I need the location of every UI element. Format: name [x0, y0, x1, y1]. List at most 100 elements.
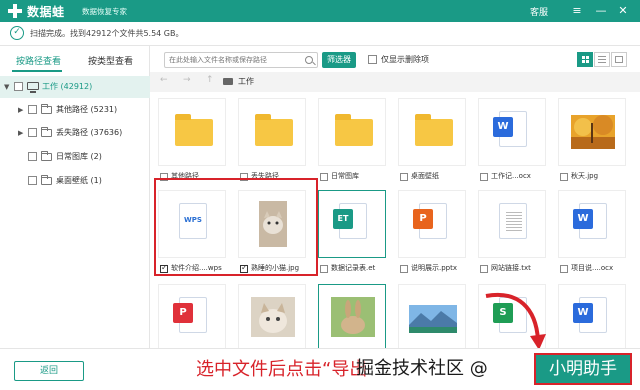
tree-item-label: 桌面壁纸 (1) — [56, 176, 102, 185]
file-tile[interactable] — [398, 98, 466, 166]
file-caption[interactable]: 日常图库 — [320, 171, 400, 183]
file-caption[interactable]: 秋天.jpg — [560, 171, 640, 183]
show-deleted-checkbox[interactable] — [368, 55, 377, 64]
tree-root-checkbox[interactable] — [14, 82, 23, 91]
file-checkbox[interactable] — [320, 173, 328, 181]
active-tab-indicator — [12, 70, 62, 72]
detail-view-button[interactable] — [611, 52, 627, 67]
breadcrumb: ← → ↑ 工作 — [150, 72, 640, 92]
file-checkbox[interactable] — [560, 265, 568, 273]
view-tabs: 按路径查看 按类型查看 — [0, 46, 150, 76]
menu-icon[interactable]: ≡ — [568, 2, 586, 20]
search-box[interactable] — [164, 52, 318, 68]
file-name: 项目说....ocx — [571, 264, 614, 272]
forward-arrow-icon[interactable]: → — [183, 75, 191, 85]
file-name: 工作记...ocx — [491, 172, 531, 180]
scan-status-bar: ✓ 扫描完成。找到42912个文件共5.54 GB。 — [0, 22, 640, 46]
tree-item-checkbox[interactable] — [28, 105, 37, 114]
file-checkbox[interactable] — [560, 173, 568, 181]
file-tile[interactable]: P — [158, 284, 226, 348]
selected-files-highlight — [154, 178, 318, 276]
watermark-text: 掘金技术社区 @ — [356, 358, 488, 379]
file-checkbox[interactable] — [480, 265, 488, 273]
tree-item-lost-paths[interactable]: ▶ 丢失路径 (37636) — [0, 122, 150, 144]
file-tile[interactable] — [158, 98, 226, 166]
file-caption[interactable]: 数据记录表.et — [320, 263, 400, 275]
file-tile[interactable] — [318, 98, 386, 166]
file-caption[interactable]: 网站链接.txt — [480, 263, 560, 275]
chevron-right-icon[interactable]: ▶ — [18, 122, 23, 144]
word-icon: W — [573, 209, 593, 229]
minimize-button[interactable]: — — [592, 2, 610, 20]
rabbit-photo-thumbnail — [331, 297, 375, 337]
file-caption[interactable]: 说明展示.pptx — [400, 263, 480, 275]
tree-item-checkbox[interactable] — [28, 152, 37, 161]
up-arrow-icon[interactable]: ↑ — [206, 75, 214, 85]
file-caption[interactable]: 桌面壁纸 — [400, 171, 480, 183]
file-checkbox[interactable] — [400, 265, 408, 273]
instruction-overlay: 选中文件后点击“导出 — [196, 359, 368, 380]
search-icon[interactable] — [305, 56, 313, 64]
tree-item-label: 丢失路径 (37636) — [56, 128, 123, 137]
file-name: 说明展示.pptx — [411, 264, 457, 272]
pdf-icon: P — [173, 303, 193, 323]
file-tile[interactable]: W — [558, 190, 626, 258]
et-spreadsheet-icon: ET — [333, 209, 353, 229]
file-tile[interactable]: P — [398, 190, 466, 258]
close-button[interactable]: ✕ — [614, 2, 632, 20]
file-checkbox[interactable] — [480, 173, 488, 181]
tree-item-label: 其他路径 (5231) — [56, 105, 118, 114]
check-icon: ✓ — [10, 26, 24, 40]
customer-service-link[interactable]: 客服 — [530, 5, 548, 18]
file-checkbox[interactable] — [400, 173, 408, 181]
tab-by-path[interactable]: 按路径查看 — [16, 54, 61, 67]
file-tile[interactable] — [318, 284, 386, 348]
folder-icon — [335, 114, 373, 146]
show-deleted-label: 仅显示删除项 — [381, 55, 429, 64]
computer-icon — [27, 82, 39, 93]
chevron-right-icon[interactable]: ▶ — [18, 99, 23, 121]
search-input[interactable] — [169, 54, 299, 66]
grid-view-icon — [582, 56, 589, 63]
filter-button[interactable]: 筛选器 — [322, 52, 356, 68]
file-tile[interactable] — [558, 98, 626, 166]
file-grid: W 其他路径 丢失路径 日常图库 桌面壁纸 工作记...ocx 秋天.jpg W… — [150, 92, 640, 348]
file-tile[interactable] — [478, 190, 546, 258]
folder-icon — [41, 127, 52, 137]
back-arrow-icon[interactable]: ← — [160, 75, 168, 85]
file-caption[interactable]: 项目说....ocx — [560, 263, 640, 275]
powerpoint-icon: P — [413, 209, 433, 229]
list-view-icon — [598, 56, 606, 63]
tree-item-checkbox[interactable] — [28, 176, 37, 185]
file-name: 网站链接.txt — [491, 264, 531, 272]
app-brand: 数据蛙 — [27, 5, 65, 19]
scan-status-text: 扫描完成。找到42912个文件共5.54 GB。 — [30, 29, 184, 38]
file-tile[interactable] — [238, 98, 306, 166]
chevron-down-icon[interactable]: ▼ — [4, 76, 9, 98]
file-tile[interactable]: W — [478, 98, 546, 166]
word-icon: W — [573, 303, 593, 323]
left-panel: 按路径查看 按类型查看 ▼ 工作 (42912) ▶ 其他路径 (5231) ▶… — [0, 46, 150, 348]
tree-root-label: 工作 (42912) — [42, 82, 93, 91]
grid-view-button[interactable] — [577, 52, 593, 67]
folder-icon — [41, 175, 52, 185]
tree-root-item[interactable]: ▼ 工作 (42912) — [0, 76, 150, 98]
file-tile[interactable]: ET — [318, 190, 386, 258]
list-view-button[interactable] — [594, 52, 610, 67]
tree-item-other-paths[interactable]: ▶ 其他路径 (5231) — [0, 99, 150, 121]
tree-item-daily-gallery[interactable]: 日常图库 (2) — [0, 146, 150, 168]
file-checkbox[interactable] — [320, 265, 328, 273]
file-toolbar: 筛选器 仅显示删除项 — [150, 46, 640, 72]
tree-item-checkbox[interactable] — [28, 128, 37, 137]
tree-item-label: 日常图库 (2) — [56, 152, 102, 161]
file-tile[interactable] — [398, 284, 466, 348]
back-button[interactable]: 返回 — [14, 361, 84, 381]
file-name: 桌面壁纸 — [411, 172, 439, 180]
file-tile[interactable] — [238, 284, 306, 348]
tab-by-type[interactable]: 按类型查看 — [88, 54, 133, 67]
file-tile[interactable]: W — [558, 284, 626, 348]
file-name: 日常图库 — [331, 172, 359, 180]
file-caption[interactable]: 工作记...ocx — [480, 171, 560, 183]
recover-button[interactable]: 小明助手 — [534, 353, 632, 385]
tree-item-desktop-wallpaper[interactable]: 桌面壁纸 (1) — [0, 170, 150, 192]
